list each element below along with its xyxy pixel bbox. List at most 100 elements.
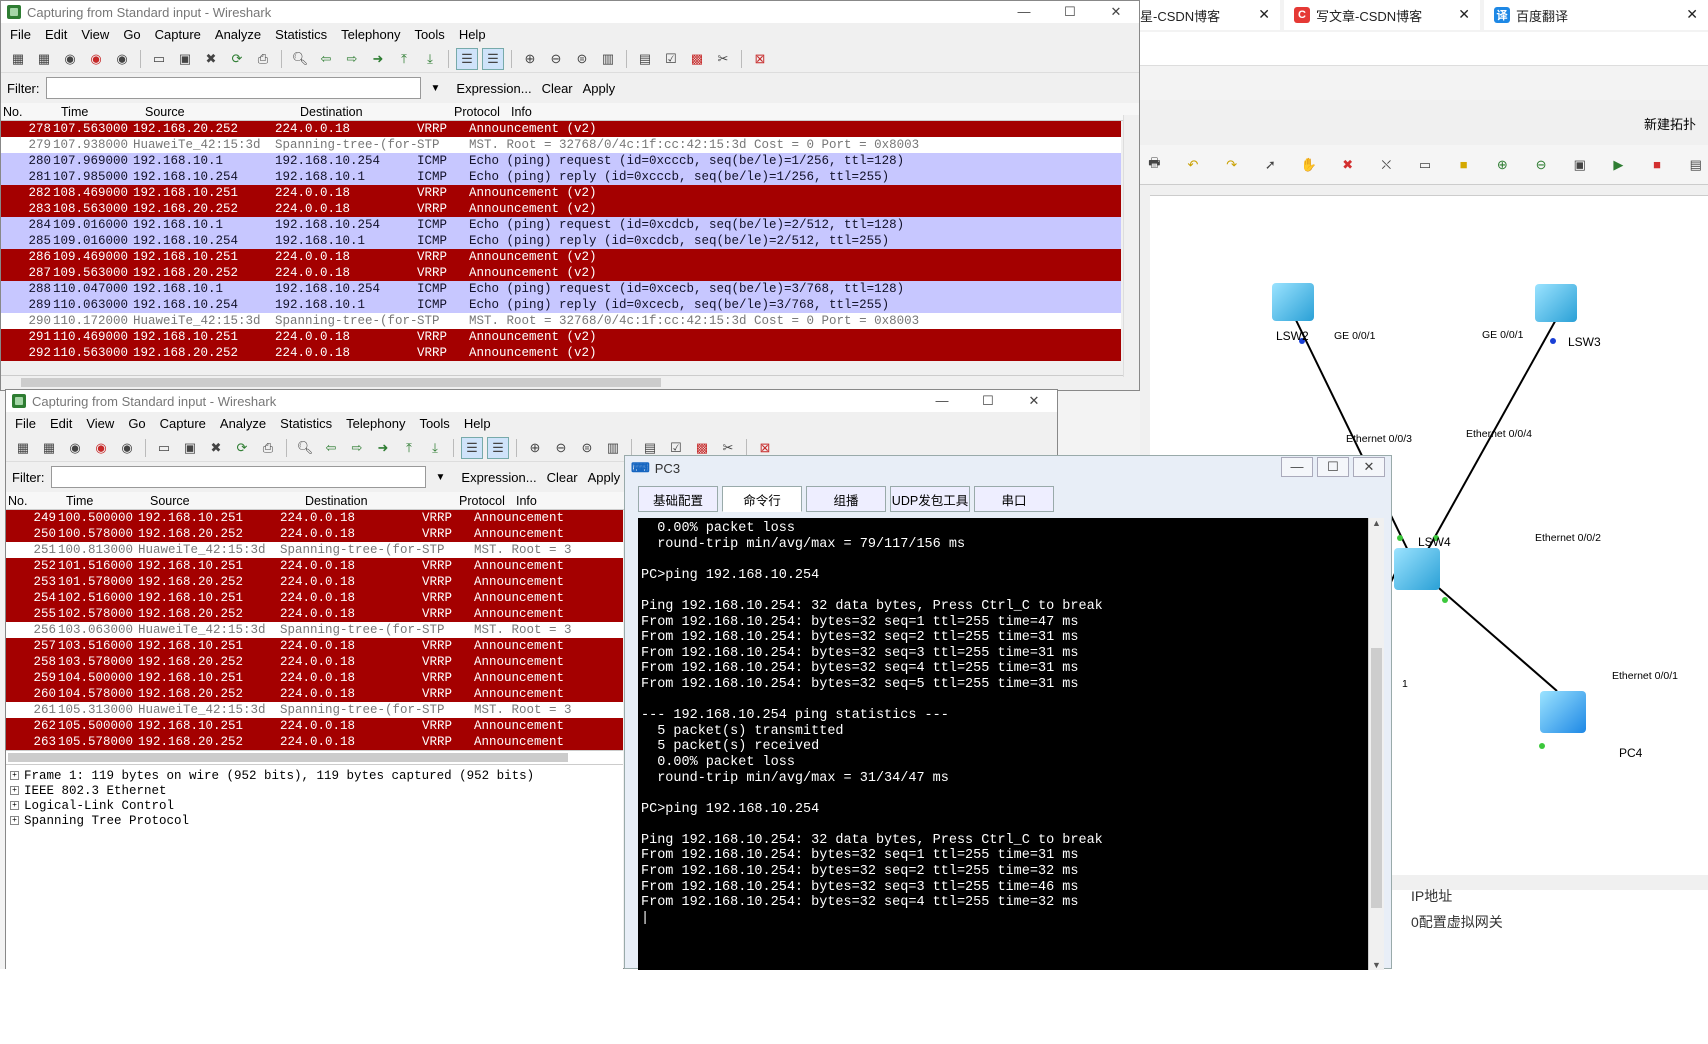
col-destination[interactable]: Destination xyxy=(303,494,457,508)
close-icon[interactable]: ✕ xyxy=(1353,457,1385,477)
reload-icon[interactable]: ⟳ xyxy=(226,48,248,70)
last-packet-icon[interactable]: ⤓ xyxy=(424,437,446,459)
col-no[interactable]: No. xyxy=(6,494,64,508)
hand-icon[interactable]: ✋ xyxy=(1299,154,1320,176)
display-filters-icon[interactable]: ☑ xyxy=(660,48,682,70)
open-icon[interactable]: ▭ xyxy=(153,437,175,459)
table-row[interactable]: 255 102.578000 192.168.20.252 224.0.0.18 VRR… xyxy=(6,606,623,622)
chevron-down-icon[interactable]: ▼ xyxy=(436,472,446,483)
menu-help[interactable]: Help xyxy=(452,27,493,42)
browser-tab-3[interactable]: 译 百度翻译 ✕ xyxy=(1484,0,1708,30)
switch-icon[interactable] xyxy=(1535,284,1577,322)
minimize-icon[interactable]: — xyxy=(919,390,965,412)
clear-button[interactable]: Clear xyxy=(547,470,578,485)
go-to-icon[interactable]: ➜ xyxy=(372,437,394,459)
menu-capture[interactable]: Capture xyxy=(153,416,213,431)
menu-view[interactable]: View xyxy=(74,27,116,42)
zoom-out-icon[interactable]: ⊖ xyxy=(1531,154,1552,176)
pc-icon[interactable] xyxy=(1540,691,1586,733)
table-row[interactable]: 257 103.516000 192.168.10.251 224.0.0.18 VRR… xyxy=(6,638,623,654)
detail-row[interactable]: + Frame 1: 119 bytes on wire (952 bits), … xyxy=(6,769,623,784)
table-row[interactable]: 251 100.813000 HuaweiTe_42:15:3d Spanning-t… xyxy=(6,542,623,558)
colorize-icon[interactable]: ☰ xyxy=(456,47,478,70)
reload-icon[interactable]: ⟳ xyxy=(231,437,253,459)
stop-icon[interactable]: ■ xyxy=(1647,154,1668,176)
close-icon[interactable]: ✕ xyxy=(1011,390,1057,412)
colorize-icon[interactable]: ☰ xyxy=(461,436,483,459)
forward-icon[interactable]: ⇨ xyxy=(346,437,368,459)
menu-file[interactable]: File xyxy=(3,27,38,42)
go-to-icon[interactable]: ➜ xyxy=(367,48,389,70)
expression-button[interactable]: Expression... xyxy=(461,470,536,485)
resize-columns-icon[interactable]: ▥ xyxy=(597,48,619,70)
browser-tab-2[interactable]: C 写文章-CSDN博客 ✕ xyxy=(1284,0,1480,30)
menu-capture[interactable]: Capture xyxy=(148,27,208,42)
menu-go[interactable]: Go xyxy=(121,416,152,431)
zoom-in-icon[interactable]: ⊕ xyxy=(1492,154,1513,176)
new-topology-label[interactable]: 新建拓扑 xyxy=(1644,114,1696,133)
menu-analyze[interactable]: Analyze xyxy=(213,416,273,431)
packet-list[interactable]: 249 100.500000 192.168.10.251 224.0.0.18 VRR… xyxy=(6,510,623,750)
back-icon[interactable]: ⇦ xyxy=(315,48,337,70)
menu-telephony[interactable]: Telephony xyxy=(339,416,412,431)
close-icon[interactable]: ✕ xyxy=(1686,6,1698,23)
close-icon[interactable]: ✕ xyxy=(1258,6,1270,23)
close-icon[interactable]: ✕ xyxy=(1093,1,1139,23)
table-row[interactable]: 281 107.985000 192.168.10.254 192.168.10.1 I… xyxy=(1,169,1121,185)
resize-columns-icon[interactable]: ▥ xyxy=(602,437,624,459)
start-icon[interactable]: ▶ xyxy=(1608,154,1629,176)
forward-icon[interactable]: ⇨ xyxy=(341,48,363,70)
minimize-icon[interactable]: — xyxy=(1281,457,1313,477)
table-row[interactable]: 254 102.516000 192.168.10.251 224.0.0.18 VRR… xyxy=(6,590,623,606)
rectangle-icon[interactable]: ■ xyxy=(1453,154,1474,176)
zoom-in-icon[interactable]: ⊕ xyxy=(519,48,541,70)
tab-serial[interactable]: 串口 xyxy=(974,486,1054,512)
chevron-up-icon[interactable]: ▲ xyxy=(1369,518,1384,528)
apply-button[interactable]: Apply xyxy=(588,470,621,485)
first-packet-icon[interactable]: ⤒ xyxy=(393,48,415,70)
table-row[interactable]: 284 109.016000 192.168.10.1 192.168.10.254 I… xyxy=(1,217,1121,233)
console-scrollbar[interactable]: ▲ ▼ xyxy=(1368,518,1384,970)
capture-icon[interactable]: ▤ xyxy=(1685,154,1706,176)
filter-input[interactable] xyxy=(45,77,421,99)
menu-analyze[interactable]: Analyze xyxy=(208,27,268,42)
col-time[interactable]: Time xyxy=(59,105,143,119)
table-row[interactable]: 250 100.578000 192.168.20.252 224.0.0.18 VRR… xyxy=(6,526,623,542)
menu-edit[interactable]: Edit xyxy=(38,27,74,42)
table-row[interactable]: 249 100.500000 192.168.10.251 224.0.0.18 VRR… xyxy=(6,510,623,526)
vertical-scrollbar[interactable] xyxy=(1123,115,1139,377)
table-row[interactable]: 262 105.500000 192.168.10.251 224.0.0.18 VRR… xyxy=(6,718,623,734)
print-icon[interactable]: ⎙ xyxy=(252,48,274,70)
delete-icon[interactable]: ✖ xyxy=(1337,154,1358,176)
menu-statistics[interactable]: Statistics xyxy=(268,27,334,42)
command-console[interactable]: 0.00% packet loss round-trip min/avg/max… xyxy=(638,518,1368,970)
zoom-out-icon[interactable]: ⊖ xyxy=(550,437,572,459)
table-row[interactable]: 259 104.500000 192.168.10.251 224.0.0.18 VRR… xyxy=(6,670,623,686)
maximize-icon[interactable]: ☐ xyxy=(965,390,1011,412)
capture-filters-icon[interactable]: ▤ xyxy=(634,48,656,70)
menu-tools[interactable]: Tools xyxy=(407,27,451,42)
minimize-icon[interactable]: — xyxy=(1001,1,1047,23)
text-icon[interactable]: ▭ xyxy=(1415,154,1436,176)
horizontal-scrollbar[interactable] xyxy=(1,375,1123,389)
close-file-icon[interactable]: ✖ xyxy=(205,437,227,459)
undo-icon[interactable]: ↶ xyxy=(1183,154,1204,176)
table-row[interactable]: 263 105.578000 192.168.20.252 224.0.0.18 VRR… xyxy=(6,734,623,750)
zoom-normal-icon[interactable]: ⊜ xyxy=(576,437,598,459)
maximize-icon[interactable]: ☐ xyxy=(1317,457,1349,477)
menu-tools[interactable]: Tools xyxy=(412,416,456,431)
packet-details[interactable]: + Frame 1: 119 bytes on wire (952 bits), … xyxy=(6,764,623,1044)
print-icon[interactable]: ⎙ xyxy=(257,437,279,459)
table-row[interactable]: 292 110.563000 192.168.20.252 224.0.0.18 VRR… xyxy=(1,345,1121,361)
table-row[interactable]: 258 103.578000 192.168.20.252 224.0.0.18 VRR… xyxy=(6,654,623,670)
table-row[interactable]: 283 108.563000 192.168.20.252 224.0.0.18 VRR… xyxy=(1,201,1121,217)
col-source[interactable]: Source xyxy=(143,105,298,119)
switch-icon[interactable] xyxy=(1272,283,1314,321)
clear-button[interactable]: Clear xyxy=(542,81,573,96)
table-row[interactable]: 260 104.578000 192.168.20.252 224.0.0.18 VRR… xyxy=(6,686,623,702)
table-row[interactable]: 280 107.969000 192.168.10.1 192.168.10.254 I… xyxy=(1,153,1121,169)
table-row[interactable]: 282 108.469000 192.168.10.251 224.0.0.18 VRR… xyxy=(1,185,1121,201)
save-icon[interactable]: ▣ xyxy=(174,48,196,70)
apply-button[interactable]: Apply xyxy=(583,81,616,96)
back-icon[interactable]: ⇦ xyxy=(320,437,342,459)
